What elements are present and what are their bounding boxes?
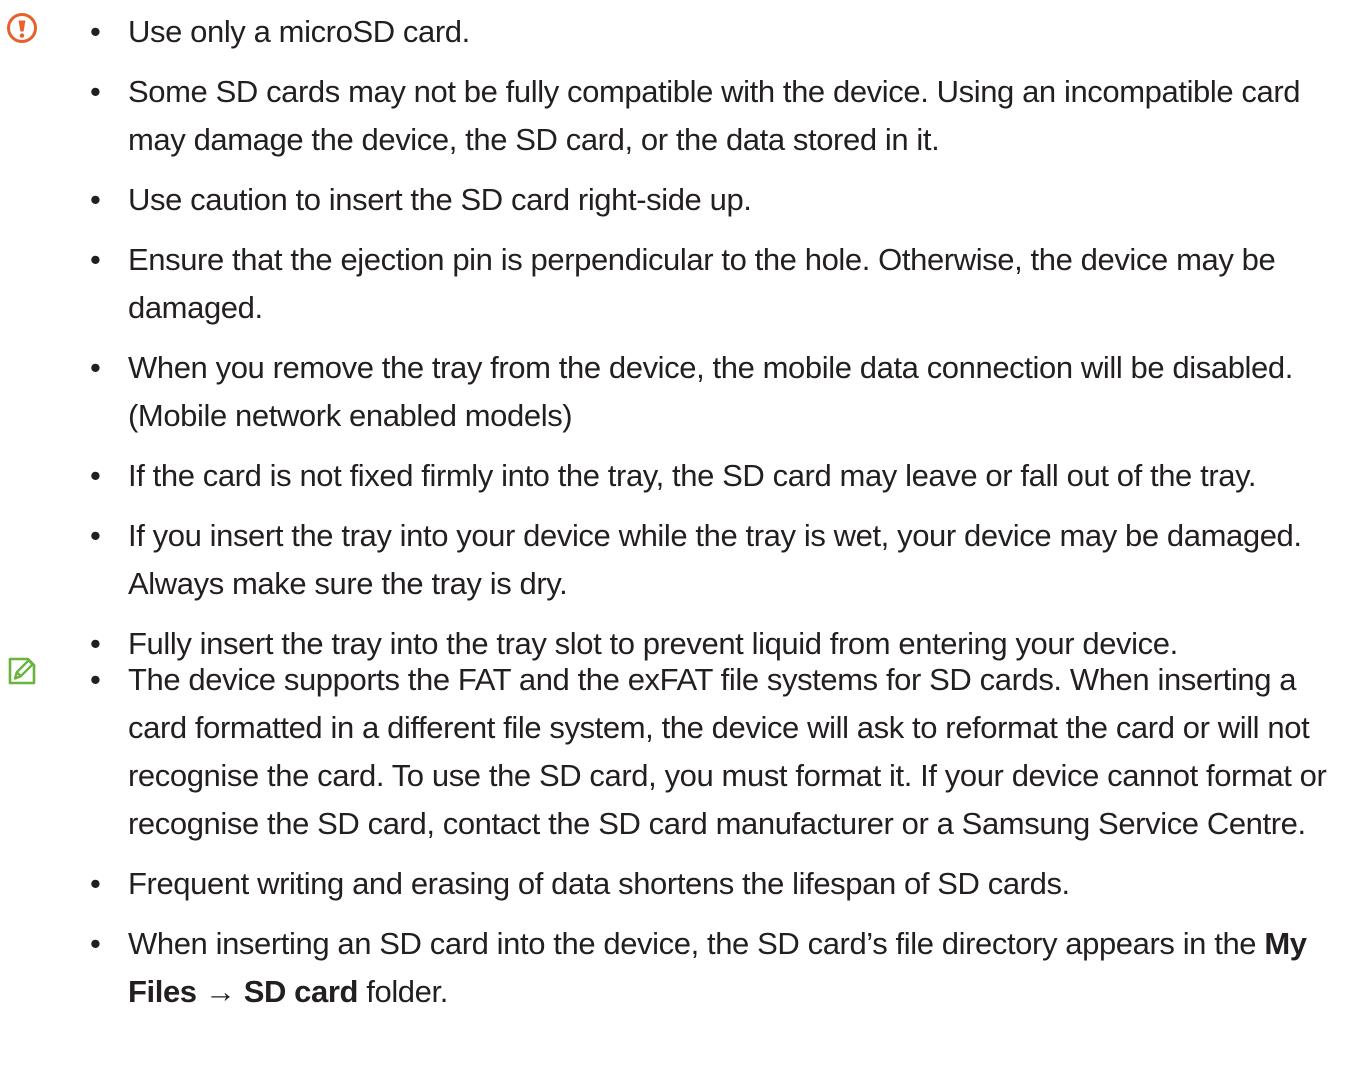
caution-item-text: If the card is not fixed firmly into the… (128, 458, 1257, 493)
caution-list: • Use only a microSD card. • Some SD cards… (90, 8, 1352, 680)
caution-item-text: If you insert the tray into your device … (128, 518, 1302, 601)
bullet: • (90, 182, 101, 217)
caution-item: • Use only a microSD card. (90, 8, 1352, 56)
bullet: • (90, 350, 101, 385)
caution-item-text: Use only a microSD card. (128, 14, 470, 49)
note-item-text: When inserting an SD card into the devic… (128, 926, 1307, 1009)
caution-item-text: Ensure that the ejection pin is perpendi… (128, 242, 1276, 325)
caution-item: • If you insert the tray into your device… (90, 512, 1352, 608)
bullet: • (90, 926, 101, 961)
caution-item: • If the card is not fixed firmly into th… (90, 452, 1352, 500)
menu-path-sd-card: SD card (243, 974, 359, 1009)
bullet: • (90, 866, 101, 901)
menu-path-arrow: → (196, 974, 244, 1009)
note-last-prefix: When inserting an SD card into the devic… (128, 926, 1265, 961)
bullet: • (90, 458, 101, 493)
caution-item: • Ensure that the ejection pin is perpend… (90, 236, 1352, 332)
caution-item: • Some SD cards may not be fully compatib… (90, 68, 1352, 164)
bullet: • (90, 518, 101, 553)
caution-exclamation-icon (7, 13, 37, 43)
bullet: • (90, 242, 101, 277)
caution-item: • When you remove the tray from the devic… (90, 344, 1352, 440)
note-item: • When inserting an SD card into the devi… (90, 920, 1352, 1016)
caution-item-text: Some SD cards may not be fully compatibl… (128, 74, 1301, 157)
caution-item: • Use caution to insert the SD card right… (90, 176, 1352, 224)
note-item-text: Frequent writing and erasing of data sho… (128, 866, 1070, 901)
bullet: • (90, 662, 101, 697)
bullet: • (90, 14, 101, 49)
note-pencil-icon (8, 657, 36, 685)
bullet: • (90, 74, 101, 109)
note-item: • Frequent writing and erasing of data sh… (90, 860, 1352, 908)
note-item: • The device supports the FAT and the exF… (90, 656, 1352, 848)
caution-item-text: When you remove the tray from the device… (128, 350, 1293, 433)
note-last-suffix: folder. (358, 974, 448, 1009)
note-item-text: The device supports the FAT and the exFA… (128, 662, 1327, 841)
note-list: • The device supports the FAT and the exF… (90, 656, 1352, 1028)
caution-item-text: Use caution to insert the SD card right-… (128, 182, 752, 217)
